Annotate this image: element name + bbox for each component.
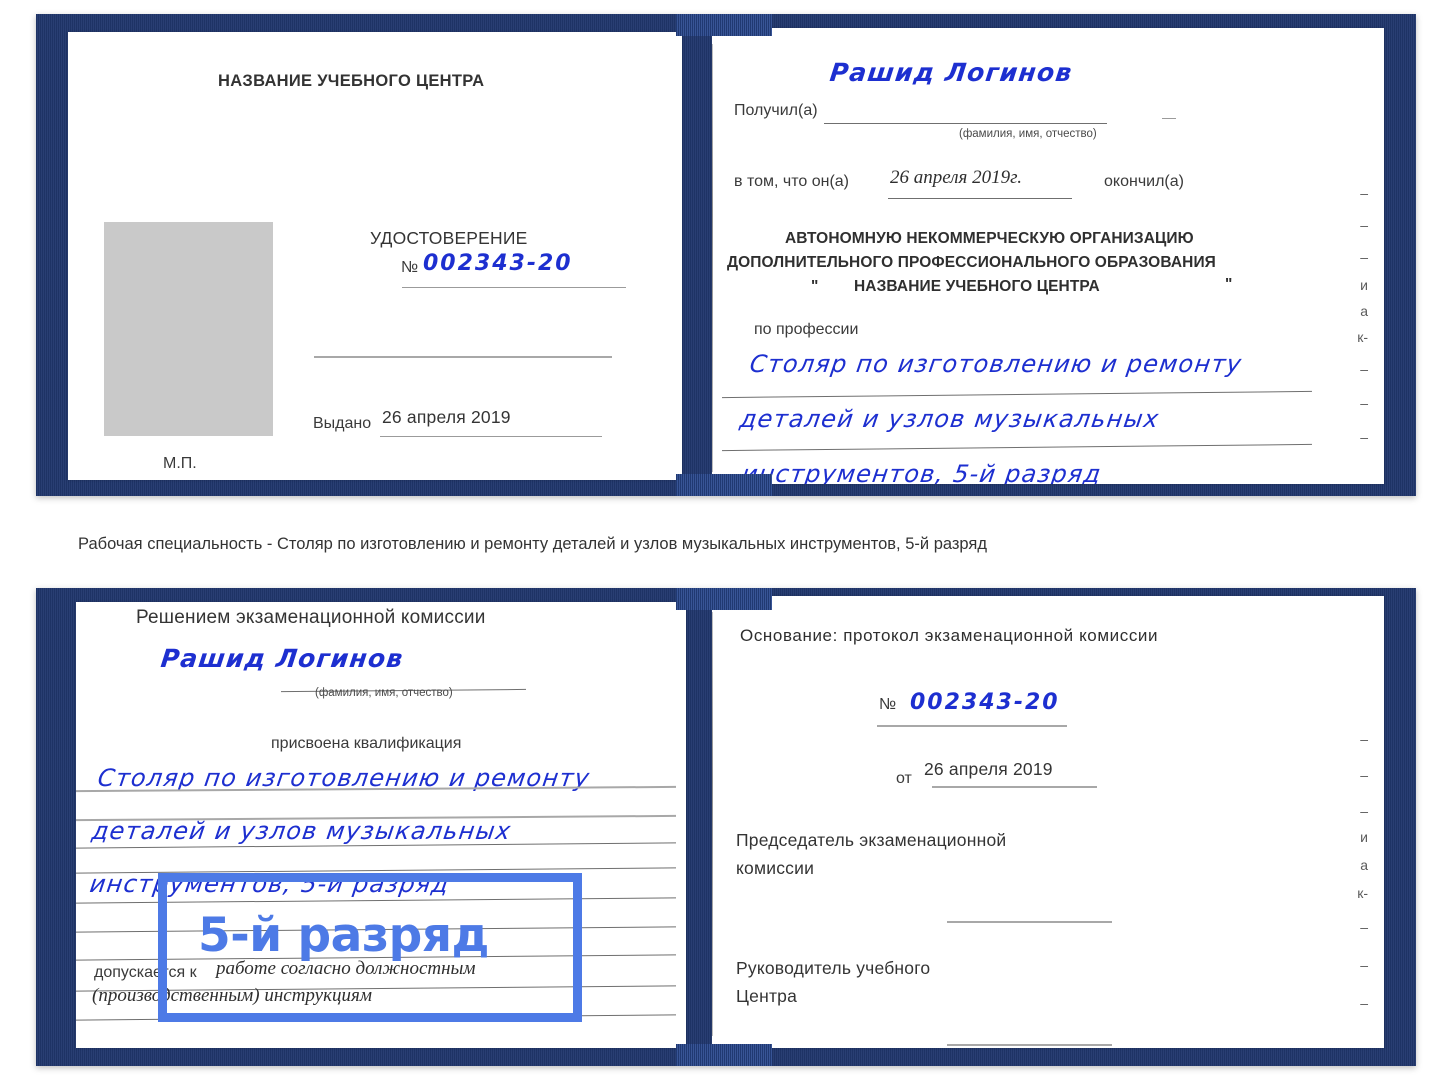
spine-line-top — [712, 44, 713, 472]
decision-name-value: Рашид Логинов — [159, 644, 406, 673]
center-name-title: НАЗВАНИЕ УЧЕБНОГО ЦЕНТРА — [218, 72, 485, 90]
photo-placeholder — [104, 222, 273, 436]
received-rule — [824, 123, 1107, 124]
qualification-label: присвоена квалификация — [271, 735, 462, 752]
image-caption: Рабочая специальность - Столяр по изгото… — [78, 535, 987, 553]
profession-rule-1 — [722, 390, 1312, 399]
profession-rule-2 — [722, 443, 1312, 452]
profession-line-3: инструментов, 5-й разряд — [740, 460, 1104, 484]
edge-bleed-top-4: и — [1360, 277, 1368, 293]
issued-rule — [380, 436, 602, 437]
edge-bleed-bottom-9: – — [1360, 995, 1368, 1011]
head-line-1: Руководитель учебного — [736, 958, 931, 978]
org-line-3: НАЗВАНИЕ УЧЕБНОГО ЦЕНТРА — [854, 278, 1100, 295]
that-he-label: в том, что он(а) — [734, 173, 849, 190]
edge-bleed-bottom-2: – — [1360, 767, 1368, 783]
protocol-number-rule — [877, 725, 1067, 727]
that-he-date-value: 26 апреля 2019г. — [890, 167, 1022, 188]
fio-hint-bottom: (фамилия, имя, отчество) — [315, 687, 453, 699]
edge-bleed-bottom-7: – — [1360, 919, 1368, 935]
org-quote-close: " — [1225, 276, 1233, 293]
decision-title: Решением экзаменационной комиссии — [136, 607, 486, 628]
certificate-number-value: 002343-20 — [423, 251, 573, 276]
issued-date-value: 26 апреля 2019 — [382, 407, 511, 427]
protocol-number-value: 002343-20 — [910, 690, 1060, 715]
number-symbol: № — [401, 259, 419, 276]
chairman-line-1: Председатель экзаменационной — [736, 830, 1007, 850]
edge-bleed-top-7: – — [1360, 361, 1368, 377]
chairman-line-2: комиссии — [736, 858, 815, 878]
protocol-number-symbol: № — [879, 696, 897, 713]
basis-label: Основание: протокол экзаменационной коми… — [740, 626, 1159, 645]
head-signature-rule — [947, 1044, 1112, 1046]
spine-flap-top-lower — [676, 474, 772, 496]
edge-bleed-top-5: а — [1360, 303, 1368, 319]
edge-bleed-top-3: – — [1360, 249, 1368, 265]
protocol-from-rule — [932, 786, 1097, 788]
protocol-from-value: 26 апреля 2019 — [924, 759, 1053, 779]
protocol-from-label: от — [896, 770, 912, 787]
qualification-line-2: деталей и узлов музыкальных — [90, 817, 514, 845]
profession-line-1: Столяр по изготовлению и ремонту — [748, 350, 1245, 378]
head-line-2: Центра — [736, 986, 798, 1006]
issued-label: Выдано — [313, 415, 372, 432]
chairman-signature-rule — [947, 921, 1112, 923]
finished-label: окончил(а) — [1104, 173, 1184, 190]
profession-line-2: деталей и узлов музыкальных — [738, 405, 1162, 433]
number-rule — [402, 287, 626, 288]
document-type-title: УДОСТОВЕРЕНИЕ — [370, 228, 528, 248]
spine-flap-bottom-lower — [676, 1044, 772, 1066]
highlight-word: 5-й разряд — [198, 908, 489, 963]
edge-bleed-bottom-6: к- — [1357, 885, 1368, 901]
spine-line-bottom — [712, 612, 713, 1036]
profession-label: по профессии — [754, 321, 859, 338]
edge-bleed-bottom-5: а — [1360, 857, 1368, 873]
top-right-page: Получил(а) Рашид Логинов (фамилия, имя, … — [712, 28, 1384, 484]
stamp-label: М.П. — [163, 455, 197, 472]
edge-bleed-bottom-1: – — [1360, 731, 1368, 747]
edge-bleed-top-6: к- — [1357, 329, 1368, 345]
top-left-page: НАЗВАНИЕ УЧЕБНОГО ЦЕНТРА М.П. УДОСТОВЕРЕ… — [68, 32, 682, 480]
edge-bleed-top-8: – — [1360, 395, 1368, 411]
edge-bleed-top-1: – — [1360, 185, 1368, 201]
spine-flap-top-upper — [676, 14, 772, 36]
org-line-1: АВТОНОМНУЮ НЕКОММЕРЧЕСКУЮ ОРГАНИЗАЦИЮ — [785, 230, 1194, 247]
that-he-rule — [888, 198, 1072, 199]
blank-rule — [314, 356, 612, 358]
received-edge-dash — [1162, 118, 1176, 119]
bottom-right-page: Основание: протокол экзаменационной коми… — [712, 596, 1384, 1048]
org-quote-open: " — [811, 278, 819, 295]
received-name-value: Рашид Логинов — [828, 58, 1075, 87]
edge-bleed-bottom-8: – — [1360, 957, 1368, 973]
edge-bleed-top-2: – — [1360, 217, 1368, 233]
spine-flap-bottom-upper — [676, 588, 772, 610]
edge-bleed-bottom-4: и — [1360, 829, 1368, 845]
edge-bleed-bottom-3: – — [1360, 803, 1368, 819]
org-line-2: ДОПОЛНИТЕЛЬНОГО ПРОФЕССИОНАЛЬНОГО ОБРАЗО… — [727, 254, 1216, 271]
fio-hint: (фамилия, имя, отчество) — [959, 128, 1097, 140]
received-label: Получил(а) — [734, 102, 818, 119]
edge-bleed-top-9: – — [1360, 429, 1368, 445]
